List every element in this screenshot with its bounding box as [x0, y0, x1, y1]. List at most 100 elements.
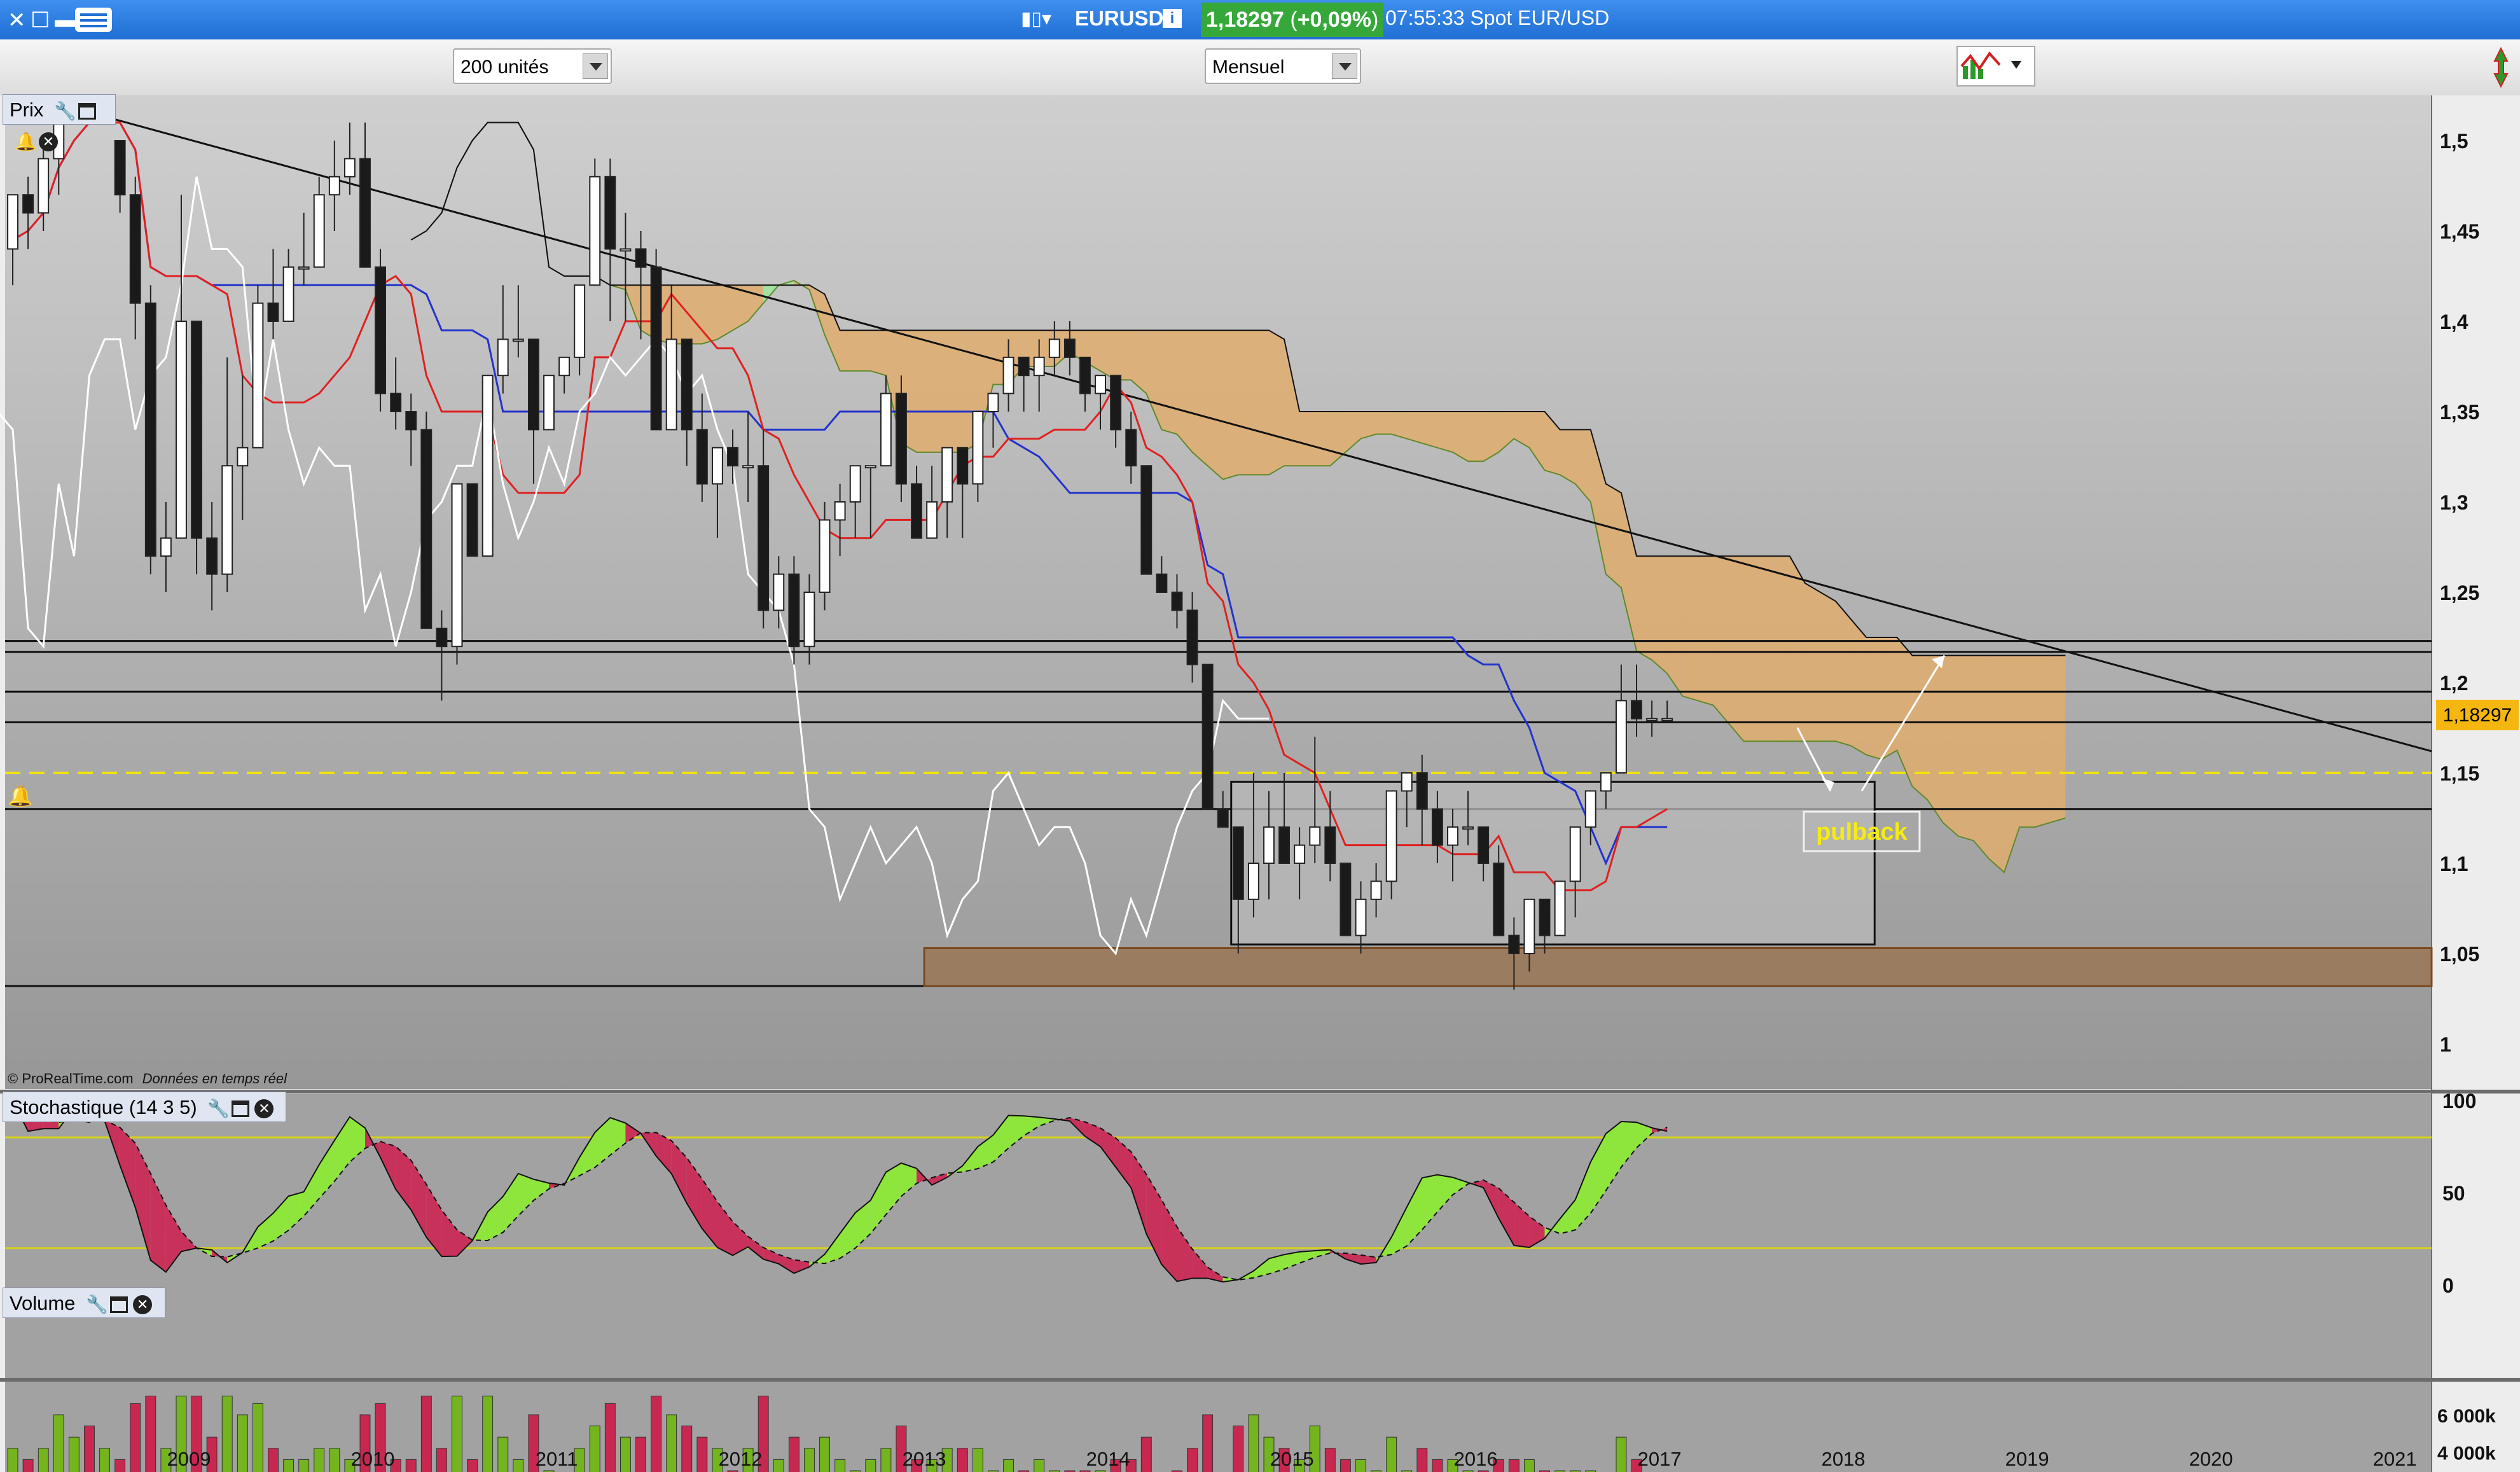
title-bar: ✕ ☐ ▬ ▮▯▾ EURUSD i 1,18297 (+0,09%) 07:5… [0, 0, 2520, 39]
candle [727, 447, 738, 467]
volume-bar [252, 1403, 263, 1472]
minimize-window-icon[interactable]: ▬ [55, 8, 76, 32]
cloud-segment [1177, 330, 1193, 452]
candle [267, 302, 279, 323]
candle [558, 356, 571, 377]
cloud-segment [1299, 412, 1315, 466]
candle [405, 411, 417, 431]
candle [206, 537, 218, 575]
candle [298, 266, 310, 270]
keyboard-icon[interactable] [75, 8, 112, 32]
volume-bar [420, 1396, 432, 1472]
candle [758, 465, 770, 611]
volume-bar [283, 1459, 294, 1472]
window-icon[interactable] [78, 102, 97, 120]
volume-bar [22, 1459, 34, 1472]
candle [1584, 790, 1596, 828]
candle [1447, 826, 1458, 846]
candle [941, 447, 953, 503]
y-tick-label: 1,1 [2440, 852, 2468, 875]
wrench-icon[interactable]: 🔧 [207, 1099, 230, 1118]
candle [390, 392, 402, 413]
cloud-segment [2050, 655, 2066, 823]
period-select[interactable]: Mensuel [1205, 48, 1361, 84]
candle [436, 627, 448, 648]
volume-bar [651, 1396, 662, 1472]
volume-bar [130, 1403, 141, 1472]
stoch-y-tick-label: 50 [2442, 1182, 2465, 1205]
volume-bar [666, 1414, 677, 1472]
candle [1646, 718, 1658, 721]
candle [911, 483, 922, 539]
volume-bar [696, 1436, 708, 1472]
volume-bar [880, 1448, 892, 1472]
candle [1478, 826, 1490, 864]
volume-bar [1340, 1459, 1351, 1472]
volume-bar [1386, 1436, 1397, 1472]
volume-bar [221, 1396, 233, 1472]
candle [1232, 826, 1244, 900]
cloud-segment [840, 330, 855, 371]
candle [1201, 663, 1214, 810]
support-zone[interactable] [923, 947, 2433, 987]
candle [252, 302, 264, 448]
volume-bar [436, 1448, 447, 1472]
indicator-tool-icon[interactable] [1956, 46, 2035, 87]
volume-panel-label: Volume 🔧 ✕ [3, 1288, 165, 1318]
info-icon[interactable]: i [1163, 9, 1182, 28]
close-window-icon[interactable]: ✕ [8, 8, 26, 33]
window-icon[interactable] [232, 1100, 250, 1117]
y-tick-label: 1,05 [2440, 943, 2479, 966]
candle [1095, 375, 1106, 394]
volume-bar [972, 1448, 983, 1472]
pulback-label: pulback [1816, 819, 1907, 845]
window-icon[interactable] [110, 1296, 128, 1313]
candle [834, 501, 846, 521]
candle [221, 465, 233, 575]
cloud-segment [1161, 330, 1177, 434]
cloud-segment [1637, 556, 1652, 660]
maximize-window-icon[interactable]: ☐ [31, 8, 50, 33]
y-tick-label: 1,45 [2440, 220, 2479, 243]
wrench-icon[interactable]: 🔧 [54, 101, 76, 121]
candle [527, 338, 539, 431]
volume-bar [1140, 1436, 1152, 1472]
close-icon[interactable]: ✕ [39, 132, 58, 151]
cloud-segment [702, 285, 717, 344]
wrench-icon[interactable]: 🔧 [86, 1295, 108, 1314]
volume-bar [620, 1436, 631, 1472]
symbol-label[interactable]: EURUSD [1075, 6, 1163, 31]
chevron-down-icon[interactable] [583, 53, 608, 79]
volume-bar [1034, 1459, 1045, 1472]
candle [543, 375, 555, 431]
cloud-segment [1422, 412, 1437, 448]
alert-bell-icon[interactable]: 🔔 [8, 784, 33, 808]
candle [144, 302, 156, 557]
volume-bar [1324, 1448, 1336, 1472]
close-icon[interactable]: ✕ [254, 1099, 274, 1118]
candle [1600, 772, 1612, 792]
chart-type-icon[interactable]: ▮▯▾ [1021, 8, 1051, 30]
y-tick-label: 1,4 [2440, 310, 2468, 333]
candle [742, 465, 754, 469]
chart-canvas[interactable]: 1,5 1,45 1,4 1,35 1,3 1,25 1,2 1,15 1,1 1,05 1 100 5… [0, 95, 2520, 1472]
candle [773, 573, 785, 611]
candle [849, 465, 861, 503]
x-tick-label: 2020 [2189, 1448, 2233, 1470]
chevron-down-icon[interactable] [1332, 53, 1357, 79]
candle [1416, 772, 1428, 810]
cloud-segment [1743, 556, 1759, 742]
toolbar: 200 unités Mensuel [0, 39, 2520, 97]
candle [451, 483, 463, 648]
volume-bar [68, 1436, 80, 1472]
bell-icon[interactable]: 🔔 [15, 132, 37, 151]
close-icon[interactable]: ✕ [133, 1295, 153, 1314]
candle [972, 411, 984, 485]
cloud-segment [1958, 655, 1974, 841]
volume-bar [497, 1436, 509, 1472]
side-arrow-icon[interactable] [2488, 45, 2514, 90]
units-select[interactable]: 200 unités [453, 48, 612, 84]
candle [1309, 826, 1321, 846]
candle [466, 483, 478, 557]
cloud-segment [1759, 556, 1775, 742]
